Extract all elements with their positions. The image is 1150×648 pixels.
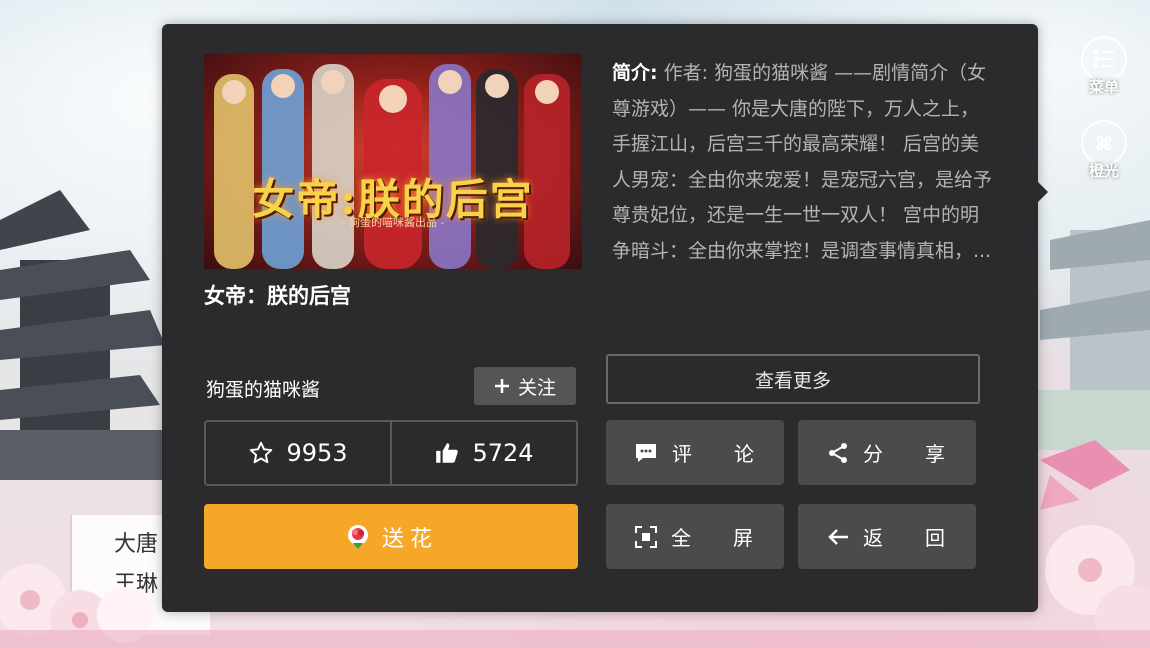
fullscreen-label-b: 屏 bbox=[733, 526, 755, 550]
stats-bar: 9953 5724 bbox=[204, 420, 578, 486]
book-detail-panel: 女帝:朕的后宫 - 狗蛋的喵咪酱出品 - 女帝：朕的后宫 简介: 作者: 狗蛋的… bbox=[162, 24, 1038, 612]
back-button[interactable]: 返回 bbox=[798, 504, 976, 569]
intro-text: 作者: 狗蛋的猫咪酱 ——剧情简介（女尊游戏）—— 你是大唐的陛下，万人之上，手… bbox=[612, 62, 993, 262]
share-label-a: 分 bbox=[863, 442, 885, 466]
follow-button[interactable]: 关注 bbox=[474, 367, 576, 405]
share-button[interactable]: 分享 bbox=[798, 420, 976, 485]
pagoda-illustration-right bbox=[1030, 220, 1150, 450]
flower-decoration-left bbox=[0, 564, 153, 648]
comment-button[interactable]: 评论 bbox=[606, 420, 784, 485]
menu-button[interactable]: 菜单 bbox=[1078, 36, 1130, 97]
book-intro: 简介: 作者: 狗蛋的猫咪酱 ——剧情简介（女尊游戏）—— 你是大唐的陛下，万人… bbox=[612, 56, 992, 269]
comment-label-b: 论 bbox=[734, 442, 756, 466]
panel-pointer bbox=[1038, 182, 1048, 202]
cover-subtitle: - 狗蛋的喵咪酱出品 - bbox=[341, 216, 445, 229]
send-flower-button[interactable]: 送花 bbox=[204, 504, 578, 569]
book-title: 女帝：朕的后宫 bbox=[204, 284, 351, 308]
favorite-button[interactable]: 9953 bbox=[206, 422, 390, 484]
book-cover-image[interactable]: 女帝:朕的后宫 - 狗蛋的喵咪酱出品 - bbox=[204, 54, 582, 269]
plus-icon bbox=[494, 379, 509, 393]
fullscreen-icon bbox=[635, 525, 657, 548]
star-icon bbox=[250, 441, 273, 464]
intro-label: 简介: bbox=[612, 62, 658, 84]
share-icon bbox=[829, 442, 847, 463]
favorite-count: 9953 bbox=[286, 439, 348, 467]
follow-label: 关注 bbox=[517, 376, 556, 399]
back-label-a: 返 bbox=[863, 526, 885, 550]
pagoda-illustration bbox=[0, 190, 170, 480]
fullscreen-label-a: 全 bbox=[671, 526, 693, 550]
cover-characters bbox=[214, 64, 570, 269]
arrow-left-icon bbox=[828, 528, 848, 545]
back-label-b: 回 bbox=[925, 526, 947, 550]
flower-decoration-right bbox=[1040, 440, 1150, 648]
fullscreen-button[interactable]: 全屏 bbox=[606, 504, 784, 569]
orange-light-label: 橙光 bbox=[1088, 162, 1119, 180]
bottom-band bbox=[0, 630, 1150, 648]
comment-label-a: 评 bbox=[672, 442, 694, 466]
send-flower-label: 送花 bbox=[381, 526, 438, 552]
menu-label: 菜单 bbox=[1088, 78, 1119, 96]
orange-light-button[interactable]: 橙光 bbox=[1078, 120, 1130, 181]
comment-icon bbox=[636, 443, 656, 462]
see-more-label: 查看更多 bbox=[754, 369, 831, 392]
like-button[interactable]: 5724 bbox=[390, 422, 576, 484]
see-more-button[interactable]: 查看更多 bbox=[606, 354, 980, 404]
share-label-b: 享 bbox=[925, 442, 947, 466]
thumbs-up-icon bbox=[436, 443, 459, 463]
author-name[interactable]: 狗蛋的猫咪酱 bbox=[206, 375, 320, 402]
like-count: 5724 bbox=[472, 439, 534, 467]
flower-icon bbox=[347, 524, 368, 549]
